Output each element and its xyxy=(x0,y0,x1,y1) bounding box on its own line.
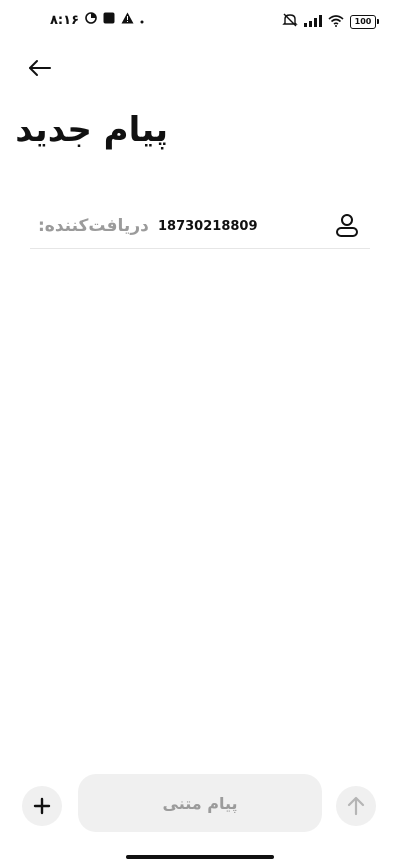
new-message-screen: ۸:۱۶ xyxy=(0,0,400,866)
signal-icon xyxy=(304,12,322,31)
recipient-row[interactable]: دریافت‌کننده: 18730218809 xyxy=(30,208,370,249)
status-time: ۸:۱۶ xyxy=(50,12,80,28)
attach-button[interactable] xyxy=(22,786,62,826)
dot-icon xyxy=(140,13,144,28)
page-title: پیام جدید xyxy=(15,110,168,150)
recipient-label: دریافت‌کننده: xyxy=(38,216,149,236)
warning-icon xyxy=(121,12,134,28)
data-saver-icon xyxy=(85,12,97,28)
battery-icon: 100 xyxy=(350,14,379,29)
status-left: ۸:۱۶ xyxy=(50,12,144,28)
status-bar: ۸:۱۶ 100 xyxy=(0,10,400,34)
recipient-number[interactable]: 18730218809 xyxy=(158,219,258,234)
wifi-icon xyxy=(328,12,344,31)
status-right: 100 xyxy=(282,12,379,31)
arrow-up-icon xyxy=(347,796,365,816)
home-indicator[interactable] xyxy=(126,855,274,859)
person-icon[interactable] xyxy=(334,212,360,238)
back-button[interactable] xyxy=(24,52,56,84)
arrow-left-icon xyxy=(29,60,51,76)
square-notification-icon xyxy=(103,12,115,28)
send-button[interactable] xyxy=(336,786,376,826)
message-input[interactable] xyxy=(78,774,322,832)
message-composer xyxy=(0,772,400,834)
plus-icon xyxy=(33,797,51,815)
mute-icon xyxy=(282,12,298,31)
